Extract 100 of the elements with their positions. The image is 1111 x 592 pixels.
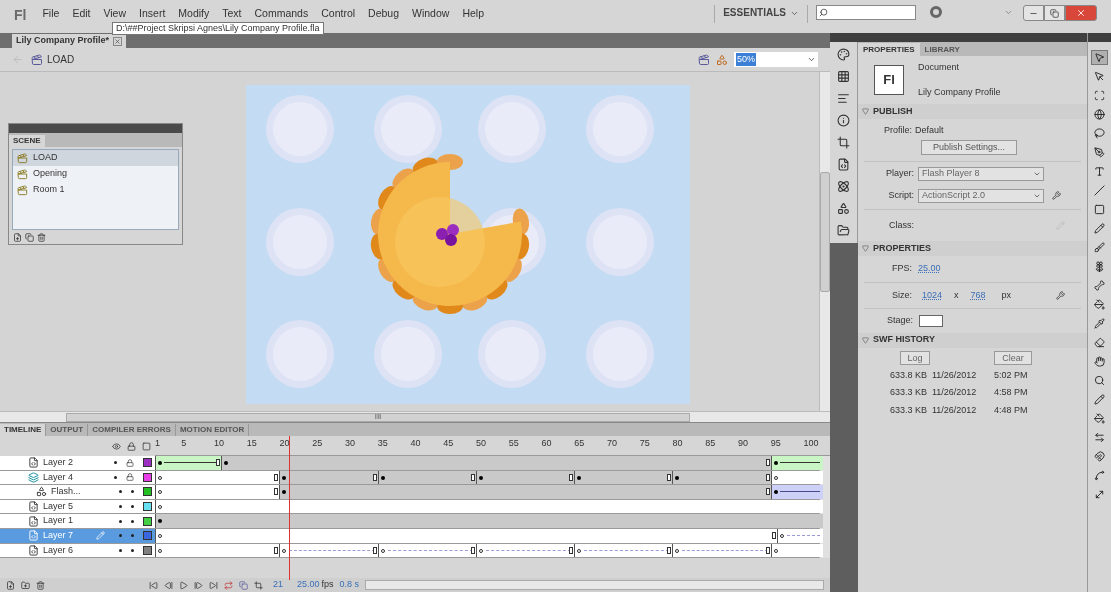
menu-item[interactable]: Edit: [72, 8, 91, 19]
frame-span[interactable]: [770, 485, 824, 499]
wrench-icon[interactable]: [1056, 290, 1065, 300]
scene-tab[interactable]: SCENE: [9, 135, 45, 147]
edit-markers-icon[interactable]: [254, 580, 263, 590]
restore-button[interactable]: [1044, 5, 1065, 21]
new-layer-icon[interactable]: [6, 580, 15, 590]
menu-item[interactable]: Commands: [254, 8, 309, 19]
close-icon[interactable]: [113, 36, 123, 46]
tool-button[interactable]: [1091, 297, 1108, 312]
frame-span[interactable]: [770, 456, 824, 470]
layer-name[interactable]: Flash...: [51, 485, 81, 499]
frame-span[interactable]: [155, 485, 280, 499]
panel-dock-icon[interactable]: [837, 70, 850, 83]
panel-dock-icon[interactable]: [837, 48, 850, 61]
outline-swatch[interactable]: [143, 516, 152, 526]
layer-name[interactable]: Layer 5: [43, 499, 74, 514]
panel-dock-icon[interactable]: [837, 92, 850, 105]
tool-button[interactable]: [1091, 126, 1108, 141]
tool-button[interactable]: [1091, 316, 1108, 331]
panel-dock-icon[interactable]: [837, 180, 850, 193]
section-title[interactable]: PUBLISH: [873, 104, 913, 119]
panel-tab[interactable]: COMPILER ERRORS: [88, 424, 176, 436]
tool-button[interactable]: [1091, 392, 1108, 407]
panel-tab[interactable]: LIBRARY: [919, 43, 965, 56]
elapsed-time[interactable]: 0.8 s: [339, 578, 360, 592]
outline-swatch[interactable]: [143, 472, 152, 482]
horizontal-scrollbar[interactable]: [365, 580, 824, 590]
panel-tab[interactable]: TIMELINE: [0, 424, 47, 436]
tool-button[interactable]: [1091, 411, 1108, 426]
panel-dock-icon[interactable]: [837, 158, 850, 171]
panel-tab[interactable]: MOTION EDITOR: [175, 424, 250, 436]
lock-icon[interactable]: [126, 473, 134, 482]
scene-name[interactable]: LOAD: [47, 52, 75, 67]
edit-symbol-icon[interactable]: [716, 53, 728, 66]
height-value[interactable]: 768: [970, 288, 986, 302]
panel-dock-icon[interactable]: [837, 114, 850, 127]
outline-swatch[interactable]: [143, 487, 152, 497]
clear-button[interactable]: Clear: [994, 350, 1032, 365]
lock-icon[interactable]: [127, 441, 136, 451]
play-icon[interactable]: [179, 580, 188, 590]
menu-item[interactable]: Modify: [178, 8, 210, 19]
log-button[interactable]: Log: [900, 350, 930, 365]
layer-row[interactable]: Layer 2: [0, 456, 155, 470]
menu-item[interactable]: Insert: [139, 8, 166, 19]
edit-scene-icon[interactable]: [698, 53, 710, 66]
next-frame-icon[interactable]: [194, 580, 203, 590]
tool-button[interactable]: [1091, 240, 1108, 255]
player-dropdown[interactable]: Flash Player 8: [918, 166, 1044, 181]
scene-list-item[interactable]: Opening: [13, 166, 178, 182]
panel-tab[interactable]: OUTPUT: [46, 424, 89, 436]
layer-row[interactable]: Flash...: [0, 485, 155, 499]
tool-button[interactable]: [1091, 449, 1108, 464]
width-value[interactable]: 1024: [922, 288, 943, 302]
delete-icon[interactable]: [36, 580, 45, 590]
tool-button[interactable]: [1091, 107, 1108, 122]
stage-color-swatch[interactable]: [919, 314, 944, 327]
menu-item[interactable]: Help: [462, 8, 484, 19]
menu-item[interactable]: Debug: [368, 8, 399, 19]
outline-swatch[interactable]: [143, 531, 152, 541]
tool-button[interactable]: [1091, 183, 1108, 198]
add-scene-icon[interactable]: [13, 232, 22, 242]
panel-dock-icon[interactable]: [837, 224, 850, 237]
layer-name[interactable]: Layer 2: [43, 456, 74, 470]
search-field[interactable]: [816, 5, 916, 20]
last-frame-icon[interactable]: [209, 580, 218, 590]
outline-swatch[interactable]: [143, 545, 152, 555]
delete-scene-icon[interactable]: [37, 232, 46, 242]
new-folder-icon[interactable]: [21, 580, 30, 590]
previous-frame-icon[interactable]: [164, 580, 173, 590]
outline-swatch[interactable]: [143, 458, 152, 468]
tool-button[interactable]: [1091, 335, 1108, 350]
vertical-scrollbar[interactable]: [819, 72, 830, 411]
workspace-switcher[interactable]: ESSENTIALS: [723, 8, 799, 18]
duplicate-scene-icon[interactable]: [25, 232, 34, 242]
menu-item[interactable]: Control: [321, 8, 356, 19]
script-dropdown[interactable]: ActionScript 2.0: [918, 188, 1044, 203]
menu-item[interactable]: Text: [222, 8, 242, 19]
outline-icon[interactable]: [142, 441, 151, 451]
minimize-button[interactable]: [1023, 5, 1044, 21]
scene-list-item[interactable]: Room 1: [13, 182, 178, 198]
menu-item[interactable]: File: [42, 8, 60, 19]
panel-dock-icon[interactable]: [837, 202, 850, 215]
outline-swatch[interactable]: [143, 502, 152, 512]
loop-icon[interactable]: [224, 580, 233, 590]
tool-button[interactable]: [1091, 50, 1108, 65]
eye-icon[interactable]: [112, 441, 121, 451]
wrench-icon[interactable]: [1052, 191, 1061, 200]
close-button[interactable]: [1065, 5, 1097, 21]
layer-row[interactable]: Layer 1: [0, 514, 155, 528]
tool-button[interactable]: [1091, 278, 1108, 293]
first-frame-icon[interactable]: [149, 580, 158, 590]
layer-name[interactable]: Layer 6: [43, 543, 74, 558]
document-tab[interactable]: Lily Company Profile*: [12, 34, 127, 48]
zoom-dropdown[interactable]: 50%: [734, 52, 818, 67]
frame-span[interactable]: [155, 456, 221, 470]
lock-icon[interactable]: [126, 458, 134, 467]
panel-tab[interactable]: PROPERTIES: [858, 43, 920, 56]
publish-settings-button[interactable]: Publish Settings...: [921, 139, 1017, 155]
scene-list-item[interactable]: LOAD: [13, 150, 178, 166]
